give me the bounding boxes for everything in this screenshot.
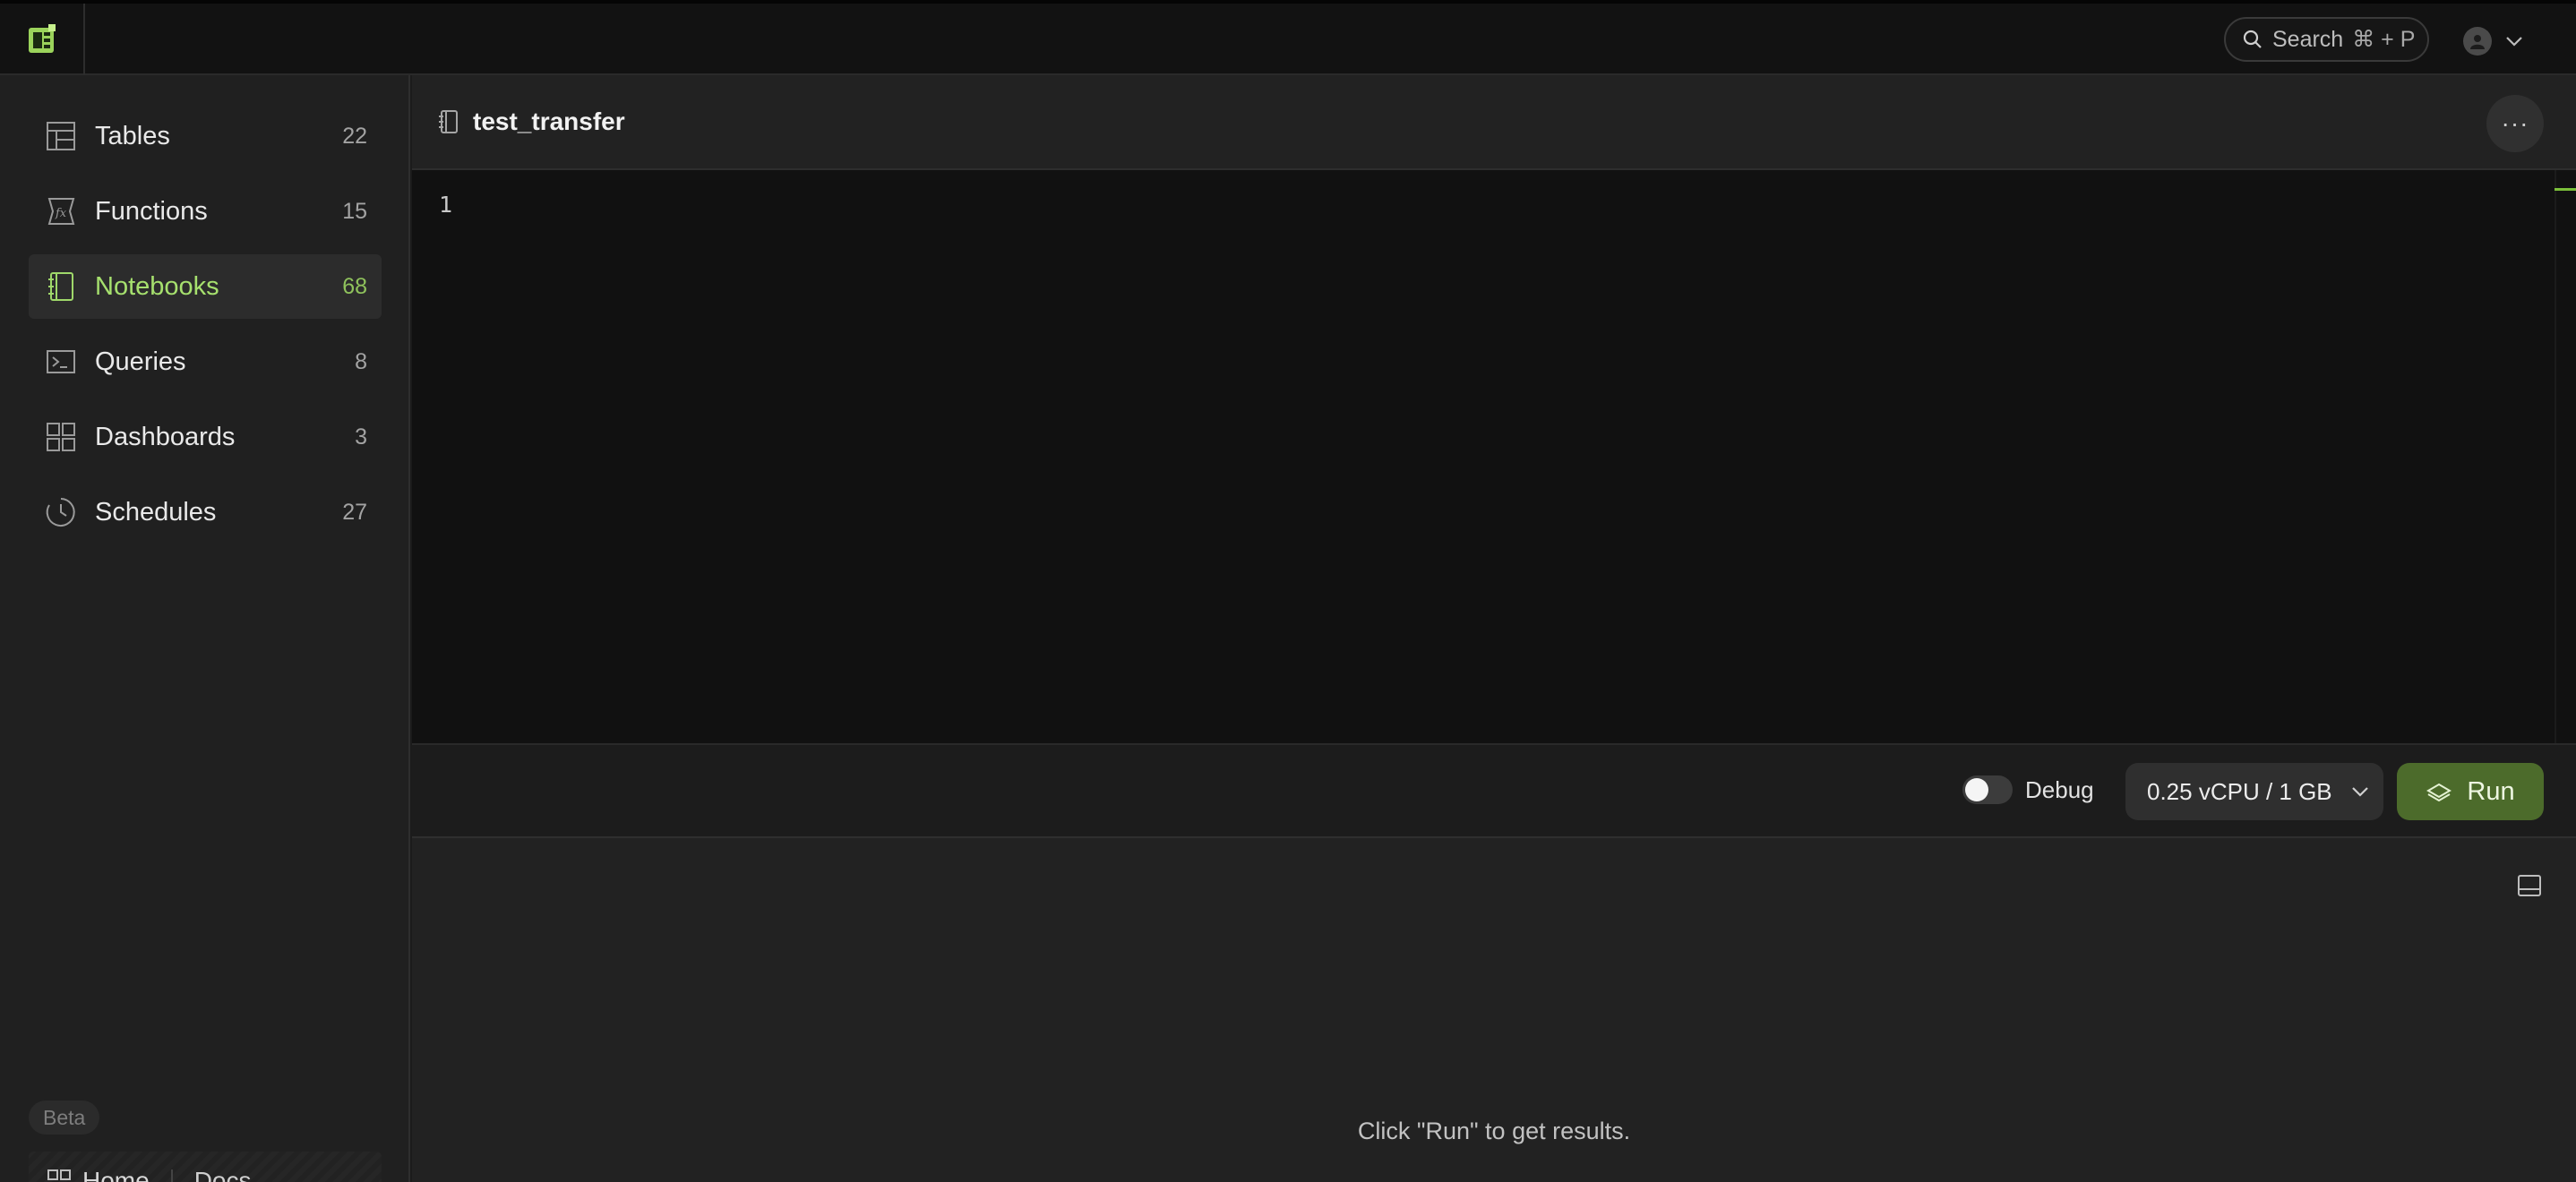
empty-results-message: Click "Run" to get results. xyxy=(1357,1118,1631,1144)
notebook-icon xyxy=(45,270,77,303)
sidebar-item-label: Notebooks xyxy=(95,271,219,301)
sidebar-item-label: Tables xyxy=(95,121,170,150)
scroll-position-marker xyxy=(2555,188,2576,191)
code-editor[interactable]: 1 xyxy=(412,170,2576,743)
run-label: Run xyxy=(2467,776,2515,806)
sidebar-item-queries[interactable]: Queries 8 xyxy=(29,330,382,394)
sidebar-item-count: 22 xyxy=(342,123,367,149)
docs-link[interactable]: Docs xyxy=(194,1167,252,1182)
toggle-panel-button[interactable] xyxy=(2517,874,2542,902)
editor-scrollbar-track[interactable] xyxy=(2555,170,2556,743)
notebook-header: test_transfer ··· xyxy=(412,75,2576,170)
function-icon: fx xyxy=(45,195,77,227)
terminal-icon xyxy=(45,346,77,378)
clock-icon xyxy=(45,496,77,528)
debug-label: Debug xyxy=(2025,775,2094,803)
compute-size-value: 0.25 vCPU / 1 GB xyxy=(2147,777,2332,805)
sidebar-item-label: Functions xyxy=(95,196,208,226)
svg-text:fx: fx xyxy=(55,207,67,220)
sidebar-item-label: Queries xyxy=(95,347,186,376)
home-label: Home xyxy=(82,1167,150,1182)
compute-size-select[interactable]: 0.25 vCPU / 1 GB xyxy=(2125,763,2383,820)
user-icon xyxy=(2470,35,2485,49)
beta-badge: Beta xyxy=(29,1101,100,1135)
debug-toggle[interactable] xyxy=(1962,775,2013,804)
chevron-down-icon xyxy=(2351,787,2368,797)
sidebar-item-count: 3 xyxy=(355,424,367,450)
sidebar-item-label: Schedules xyxy=(95,497,217,527)
bottom-links: Home Docs xyxy=(29,1152,382,1182)
table-icon xyxy=(45,120,77,152)
run-button[interactable]: Run xyxy=(2397,763,2544,820)
top-bar: Search ⌘ + P xyxy=(0,0,2576,75)
search-button[interactable]: Search ⌘ + P xyxy=(2224,17,2429,62)
page-title[interactable]: test_transfer xyxy=(473,107,625,136)
sidebar-item-functions[interactable]: fx Functions 15 xyxy=(29,179,382,244)
search-icon xyxy=(2243,30,2262,48)
debug-toggle-group[interactable]: Debug xyxy=(1962,775,2094,804)
sidebar-item-notebooks[interactable]: Notebooks 68 xyxy=(29,254,382,319)
sidebar-item-count: 8 xyxy=(355,348,367,374)
home-link[interactable]: Home xyxy=(47,1167,150,1182)
divider xyxy=(170,1169,173,1182)
app-logo[interactable] xyxy=(0,4,85,75)
search-shortcut: ⌘ + P xyxy=(2352,27,2416,52)
search-label: Search xyxy=(2272,26,2344,52)
dashboard-icon xyxy=(45,421,77,453)
sidebar-item-schedules[interactable]: Schedules 27 xyxy=(29,480,382,544)
line-number: 1 xyxy=(439,192,453,218)
chevron-down-icon xyxy=(2506,37,2522,47)
results-panel: Click "Run" to get results. xyxy=(412,838,2576,1182)
more-icon: ··· xyxy=(2501,109,2529,137)
sidebar: Tables 22 fx Functions 15 Notebooks 68 Q… xyxy=(0,75,410,1182)
sidebar-item-count: 27 xyxy=(342,499,367,525)
sidebar-item-label: Dashboards xyxy=(95,422,236,451)
home-grid-icon xyxy=(47,1169,71,1180)
notebook-icon xyxy=(439,110,458,133)
sidebar-item-dashboards[interactable]: Dashboards 3 xyxy=(29,405,382,469)
run-toolbar: Debug 0.25 vCPU / 1 GB Run xyxy=(412,743,2576,838)
more-options-button[interactable]: ··· xyxy=(2486,95,2544,152)
logo-icon xyxy=(28,24,56,53)
sidebar-item-tables[interactable]: Tables 22 xyxy=(29,104,382,168)
user-menu[interactable] xyxy=(2463,23,2535,59)
layers-icon xyxy=(2426,783,2452,801)
sidebar-item-count: 15 xyxy=(342,198,367,224)
avatar xyxy=(2463,27,2492,56)
panel-bottom-icon xyxy=(2518,875,2541,896)
sidebar-item-count: 68 xyxy=(342,273,367,299)
